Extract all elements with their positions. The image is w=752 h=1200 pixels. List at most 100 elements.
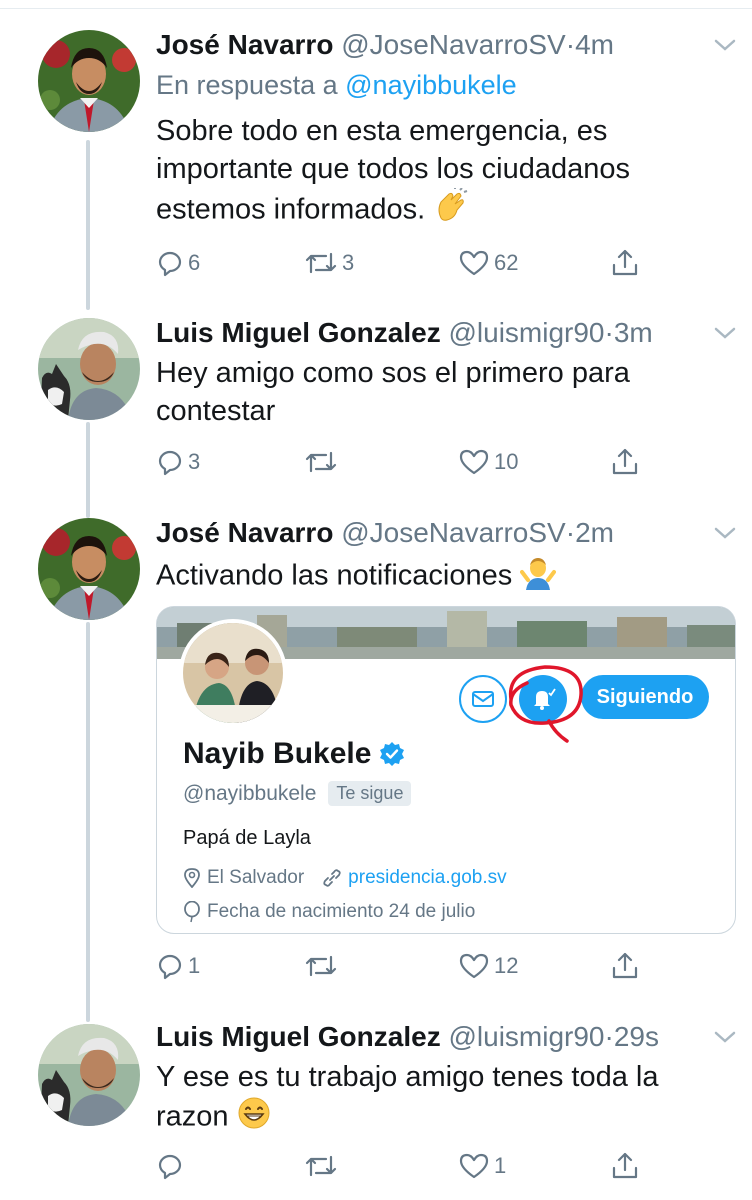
timestamp[interactable]: 3m (614, 317, 653, 348)
profile-website-link[interactable]: presidencia.gob.sv (348, 867, 506, 889)
retweet-icon (305, 1155, 337, 1177)
tweet-header: Luis Miguel Gonzalez @luismigr90·3m (156, 316, 732, 350)
like-button[interactable]: 1 (458, 1148, 506, 1184)
reply-button[interactable]: 1 (156, 948, 200, 984)
author-name[interactable]: Luis Miguel Gonzalez (156, 1021, 441, 1052)
location-pin-icon (184, 868, 200, 888)
author-handle[interactable]: @JoseNavarroSV (341, 517, 566, 548)
reply-button[interactable]: 3 (156, 444, 200, 480)
tweet-header: Luis Miguel Gonzalez @luismigr90·29s (156, 1020, 732, 1054)
retweet-icon (305, 252, 337, 274)
author-name[interactable]: Luis Miguel Gonzalez (156, 317, 441, 348)
reply-context: En respuesta a @nayibbukele (156, 68, 732, 102)
like-count: 10 (494, 449, 519, 474)
share-button[interactable] (610, 444, 640, 480)
profile-handle-text: @nayibbukele (183, 781, 317, 805)
profile-avatar (179, 619, 287, 727)
reply-icon (158, 954, 182, 980)
share-icon (612, 249, 638, 276)
retweet-icon (305, 451, 337, 473)
like-count: 12 (494, 953, 519, 978)
tweet-header: José Navarro @JoseNavarroSV·2m (156, 516, 732, 550)
separator: · (565, 29, 576, 60)
timestamp[interactable]: 2m (575, 517, 614, 548)
reply-button[interactable]: 6 (156, 245, 200, 281)
tweet-text: Hey amigo como sos el primero para conte… (156, 357, 630, 427)
avatar[interactable] (38, 318, 140, 420)
chevron-down-icon[interactable] (712, 32, 738, 58)
retweet-button[interactable]: 3 (304, 245, 354, 281)
follows-you-badge: Te sigue (328, 781, 412, 806)
author-handle[interactable]: @luismigr90 (448, 1021, 604, 1052)
profile-name-text: Nayib Bukele (183, 737, 372, 770)
share-button[interactable] (610, 948, 640, 984)
profile-location: El Salvador (207, 867, 305, 888)
like-count: 1 (494, 1153, 507, 1178)
tweet-text: Activando las notificaciones (156, 554, 732, 600)
tweet-text: Sobre todo en esta emergencia, es import… (156, 112, 732, 234)
verified-badge-icon (380, 742, 405, 766)
author-name[interactable]: José Navarro (156, 517, 333, 548)
retweet-button[interactable] (304, 948, 342, 984)
retweet-button[interactable] (304, 1148, 342, 1184)
heart-icon (459, 1153, 489, 1179)
reply-icon (158, 1154, 182, 1180)
profile-birthday: Fecha de nacimiento 24 de julio (207, 901, 476, 922)
share-button[interactable] (610, 1148, 640, 1184)
tweet-actions: 1 (156, 1148, 646, 1184)
share-icon (612, 952, 638, 979)
profile-name: Nayib Bukele (183, 737, 405, 771)
tweet-body: Activando las notificaciones (156, 559, 513, 592)
tweet-text: Y ese es tu trabajo amigo tenes toda la … (156, 1058, 696, 1140)
chevron-down-icon[interactable] (712, 1024, 738, 1050)
following-button[interactable]: Siguiendo (581, 675, 709, 719)
author-name[interactable]: José Navarro (156, 29, 333, 60)
profile-bio: Papá de Layla (183, 827, 311, 849)
heart-icon (459, 953, 489, 979)
reply-count: 1 (188, 953, 201, 978)
like-button[interactable]: 10 (458, 444, 518, 480)
like-button[interactable]: 12 (458, 948, 518, 984)
notifications-button[interactable] (519, 675, 567, 723)
bell-icon (534, 688, 556, 710)
share-icon (612, 448, 638, 475)
tweet-body: Sobre todo en esta emergencia, es import… (156, 115, 630, 226)
author-handle[interactable]: @luismigr90 (448, 317, 604, 348)
message-button[interactable] (459, 675, 507, 723)
timestamp[interactable]: 29s (614, 1021, 659, 1052)
timestamp[interactable]: 4m (575, 29, 614, 60)
chevron-down-icon[interactable] (712, 320, 738, 346)
reply-count: 3 (188, 449, 201, 474)
separator: · (565, 517, 576, 548)
reply-button[interactable] (156, 1148, 188, 1184)
separator: · (604, 317, 614, 348)
heart-icon (459, 449, 489, 475)
tweet-actions: 6 3 62 (156, 245, 646, 281)
tweet-actions: 3 10 (156, 444, 646, 480)
like-button[interactable]: 62 (458, 245, 518, 281)
author-handle[interactable]: @JoseNavarroSV (341, 29, 566, 60)
avatar[interactable] (38, 1024, 140, 1126)
like-count: 62 (494, 250, 519, 275)
grinning-face-emoji (237, 1096, 271, 1140)
retweet-count: 3 (342, 250, 355, 275)
share-button[interactable] (610, 245, 640, 281)
retweet-button[interactable] (304, 444, 342, 480)
balloon-icon (184, 901, 200, 923)
avatar[interactable] (38, 30, 140, 132)
reply-count: 6 (188, 250, 201, 275)
reply-mention-link[interactable]: @nayibbukele (345, 70, 517, 100)
retweet-icon (305, 955, 337, 977)
reply-prefix: En respuesta a (156, 70, 338, 100)
heart-icon (459, 250, 489, 276)
clapping-hands-emoji (433, 187, 469, 234)
profile-birthday-row: Fecha de nacimiento 24 de julio (183, 901, 475, 923)
chevron-down-icon[interactable] (712, 520, 738, 546)
link-icon (323, 869, 341, 887)
tweet-header: José Navarro @JoseNavarroSV·4m (156, 28, 732, 62)
tweet-actions: 1 12 (156, 948, 646, 984)
reply-icon (158, 450, 182, 476)
avatar[interactable] (38, 518, 140, 620)
profile-location-row: El Salvador presidencia.gob.sv (183, 867, 507, 889)
profile-card-image[interactable]: Siguiendo Nayib Bukele @nayibbukele Te s… (156, 606, 736, 934)
